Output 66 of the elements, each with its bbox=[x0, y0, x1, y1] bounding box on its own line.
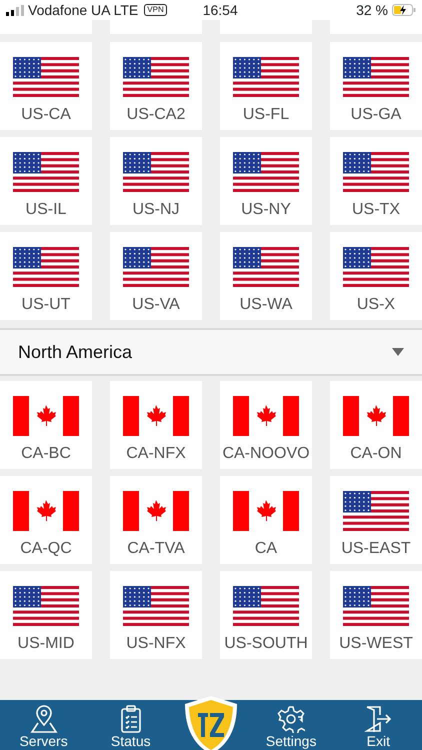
us-flag-icon bbox=[343, 247, 409, 287]
us-flag-icon bbox=[343, 57, 409, 97]
server-button[interactable]: CA-BC bbox=[0, 381, 92, 469]
us-flag-icon bbox=[13, 152, 79, 192]
battery-percent: 32 % bbox=[356, 0, 388, 20]
status-tab[interactable]: Status bbox=[96, 705, 166, 750]
dropdown-arrow-icon bbox=[392, 348, 404, 356]
server-button[interactable]: US-WA bbox=[220, 232, 312, 320]
us-flag-icon bbox=[233, 247, 299, 287]
region-dropdown[interactable]: North America bbox=[0, 328, 422, 376]
server-button[interactable]: US-CA2 bbox=[110, 42, 202, 130]
server-button[interactable]: US-FL bbox=[220, 42, 312, 130]
server-button[interactable]: CA-NOOVO bbox=[220, 381, 312, 469]
us-flag-icon bbox=[343, 586, 409, 626]
server-button[interactable]: CA-QC bbox=[0, 476, 92, 564]
server-button[interactable]: US-NJ bbox=[110, 137, 202, 225]
canada-flag-icon bbox=[233, 396, 299, 436]
us-flag-icon bbox=[123, 247, 189, 287]
region-label: North America bbox=[18, 340, 132, 364]
server-button[interactable]: US-WEST bbox=[330, 571, 422, 659]
canada-flag-icon bbox=[13, 396, 79, 436]
server-button[interactable]: US-X bbox=[330, 232, 422, 320]
us-flag-icon bbox=[233, 152, 299, 192]
server-button[interactable]: CA-ON bbox=[330, 381, 422, 469]
shield-logo[interactable] bbox=[182, 695, 239, 750]
server-button[interactable]: US-UT bbox=[0, 232, 92, 320]
server-button[interactable]: US-TX bbox=[330, 137, 422, 225]
canada-flag-icon bbox=[233, 491, 299, 531]
signal-icon bbox=[6, 4, 24, 16]
us-flag-icon bbox=[343, 491, 409, 531]
battery-charging-icon bbox=[392, 4, 416, 16]
us-flag-icon bbox=[13, 57, 79, 97]
server-button[interactable]: US-GA bbox=[330, 42, 422, 130]
servers-tab[interactable]: Servers bbox=[8, 705, 79, 750]
server-button[interactable]: US-VA bbox=[110, 232, 202, 320]
us-flag-icon bbox=[233, 586, 299, 626]
server-button[interactable]: US-EAST bbox=[330, 476, 422, 564]
server-button[interactable]: CA-NFX bbox=[110, 381, 202, 469]
settings-tab[interactable]: Settings bbox=[256, 705, 326, 750]
server-button[interactable]: US-NFX bbox=[110, 571, 202, 659]
canada-flag-icon bbox=[343, 396, 409, 436]
carrier-label: Vodafone UA LTE bbox=[28, 0, 138, 20]
us-flag-icon bbox=[233, 57, 299, 97]
server-button[interactable]: US-SOUTH bbox=[220, 571, 312, 659]
us-flag-icon bbox=[13, 586, 79, 626]
server-button[interactable]: CA bbox=[220, 476, 312, 564]
server-button[interactable]: US-CA bbox=[0, 42, 92, 130]
server-button[interactable]: CA-TVA bbox=[110, 476, 202, 564]
canada-flag-icon bbox=[123, 491, 189, 531]
canada-flag-icon bbox=[123, 396, 189, 436]
map-pin-icon bbox=[30, 705, 58, 733]
us-flag-icon bbox=[123, 57, 189, 97]
server-button[interactable]: US-NY bbox=[220, 137, 312, 225]
clock-time: 16:54 bbox=[202, 0, 238, 20]
clipboard-icon bbox=[118, 705, 143, 733]
settings-icon bbox=[277, 705, 306, 733]
server-button[interactable]: US-MID bbox=[0, 571, 92, 659]
vpn-badge: VPN bbox=[144, 4, 167, 16]
us-flag-icon bbox=[13, 247, 79, 287]
exit-door-icon bbox=[364, 705, 392, 733]
us-flag-icon bbox=[123, 586, 189, 626]
exit-tab[interactable]: Exit bbox=[343, 705, 414, 750]
us-flag-icon bbox=[123, 152, 189, 192]
canada-flag-icon bbox=[13, 491, 79, 531]
us-flag-icon bbox=[343, 152, 409, 192]
server-button[interactable]: US-IL bbox=[0, 137, 92, 225]
